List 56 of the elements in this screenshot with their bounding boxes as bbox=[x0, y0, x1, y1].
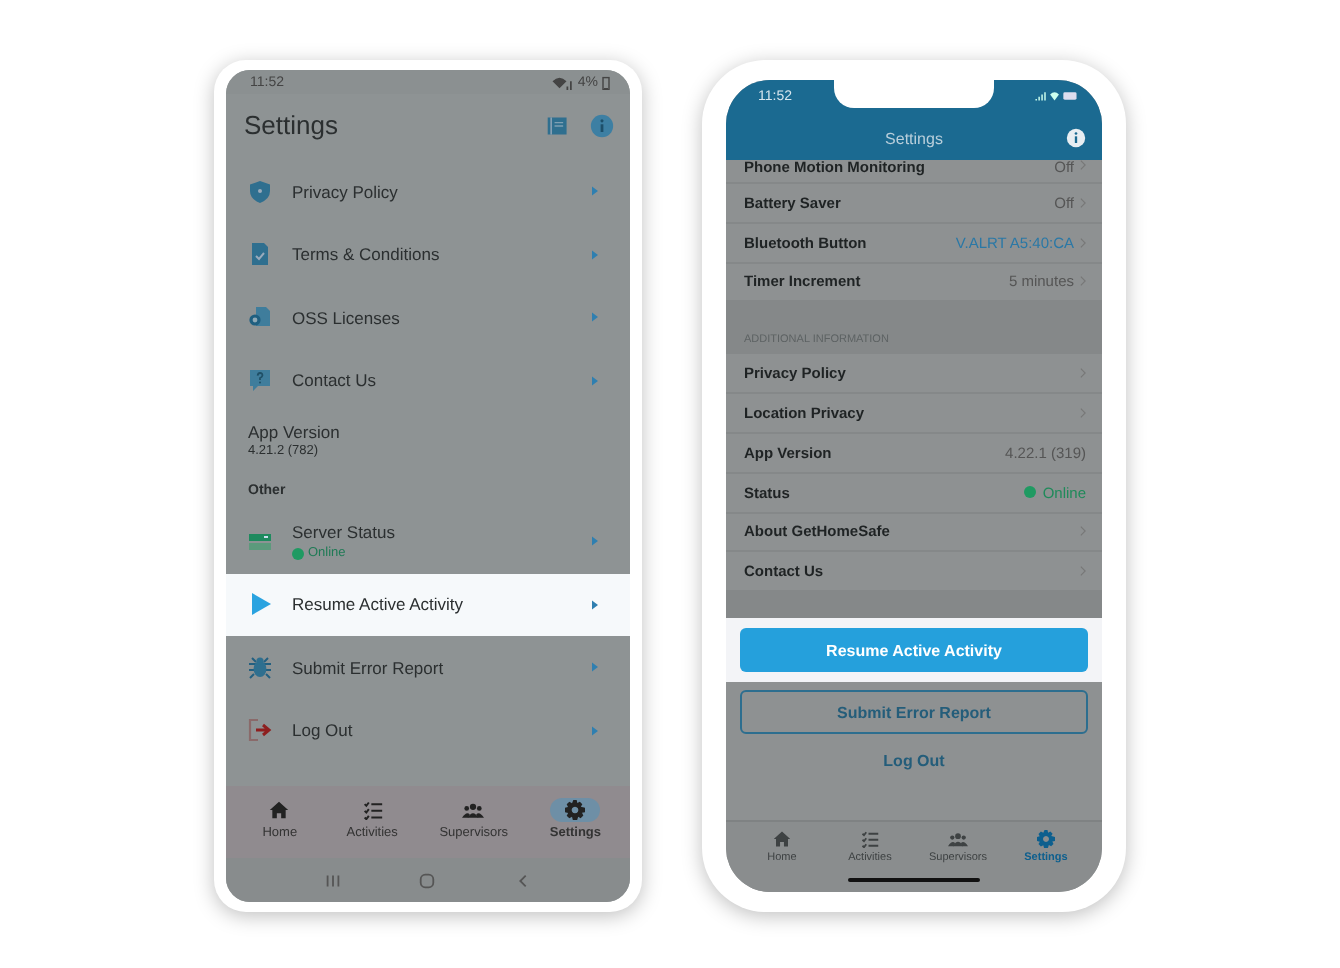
home-button-icon[interactable] bbox=[418, 871, 437, 889]
item-label: OSS Licenses bbox=[292, 307, 402, 328]
submit-report-button[interactable]: Submit Error Report bbox=[740, 690, 1088, 735]
info-icon[interactable] bbox=[1066, 128, 1086, 148]
caret-icon bbox=[592, 725, 598, 736]
bug-icon bbox=[248, 655, 272, 680]
caret-icon bbox=[592, 312, 598, 323]
caret-icon bbox=[592, 186, 598, 197]
book-icon[interactable] bbox=[546, 113, 570, 137]
menu-row[interactable]: Log Out bbox=[226, 699, 630, 762]
signal-icon bbox=[551, 75, 574, 89]
checklist-icon bbox=[860, 830, 880, 848]
help-bubble-icon bbox=[248, 368, 272, 393]
caret-icon bbox=[592, 536, 598, 547]
caret-icon bbox=[592, 662, 598, 673]
item-label: Submit Error Report bbox=[292, 657, 446, 678]
info-label: App Version bbox=[248, 422, 342, 442]
resume-button[interactable]: Resume Active Activity bbox=[740, 628, 1088, 673]
shield-icon bbox=[248, 179, 272, 204]
item-label: Log Out bbox=[292, 720, 355, 741]
item-label: Contact Us bbox=[292, 370, 379, 391]
logout-icon bbox=[248, 718, 272, 743]
home-icon bbox=[772, 830, 792, 848]
item-label: Resume Active Activity bbox=[292, 594, 466, 615]
recent-apps-icon[interactable] bbox=[324, 871, 343, 889]
checklist-icon bbox=[361, 800, 384, 820]
screen-title: Settings bbox=[244, 110, 340, 140]
settings-icon bbox=[1036, 830, 1056, 848]
item-label: Privacy Policy bbox=[292, 181, 400, 202]
info-icon[interactable] bbox=[590, 113, 614, 137]
caret-icon bbox=[592, 599, 598, 610]
battery-icon bbox=[602, 75, 610, 89]
document-check-icon bbox=[248, 242, 272, 267]
caret-icon bbox=[592, 249, 598, 260]
item-label: Terms & Conditions bbox=[292, 244, 442, 265]
play-icon bbox=[248, 592, 272, 617]
status-icons bbox=[1034, 90, 1078, 102]
menu-row[interactable]: Terms & Conditions bbox=[226, 223, 630, 286]
menu-row[interactable]: OSS Licenses bbox=[226, 286, 630, 349]
server-icon bbox=[248, 529, 272, 554]
caret-icon bbox=[592, 375, 598, 386]
status-dot-icon bbox=[1024, 486, 1037, 499]
screen-title: Settings bbox=[885, 129, 943, 147]
menu-row[interactable]: Contact Us bbox=[226, 349, 630, 412]
menu-row[interactable]: Submit Error Report bbox=[226, 636, 630, 699]
item-label: Server Status bbox=[292, 522, 397, 543]
home-indicator bbox=[848, 877, 980, 883]
home-icon bbox=[268, 800, 291, 820]
certificate-icon bbox=[248, 305, 272, 330]
menu-row[interactable]: Privacy Policy bbox=[226, 160, 630, 223]
people-icon bbox=[948, 830, 968, 848]
menu-row[interactable]: Resume Active Activity bbox=[226, 573, 630, 636]
settings-icon bbox=[564, 800, 587, 820]
people-icon bbox=[462, 800, 485, 820]
logout-link[interactable]: Log Out bbox=[883, 752, 945, 771]
status-dot-icon bbox=[292, 547, 304, 560]
